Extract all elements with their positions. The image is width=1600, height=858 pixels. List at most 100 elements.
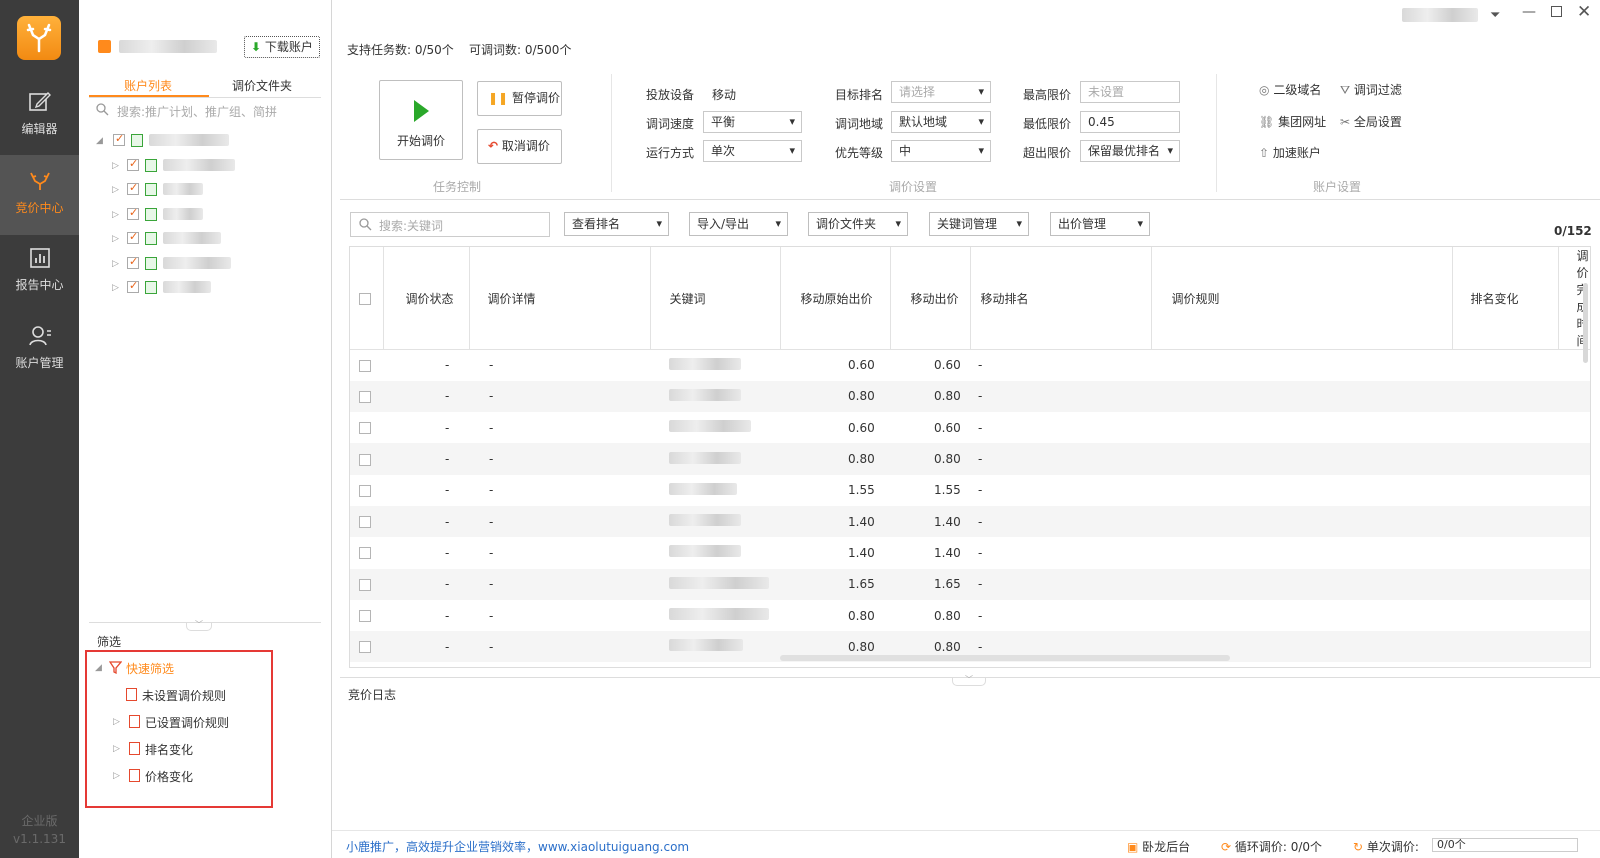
- priority-select[interactable]: 中: [891, 140, 991, 162]
- expand-arrow-icon[interactable]: ▷: [113, 717, 120, 727]
- keyword-management-dropdown[interactable]: 关键词管理: [929, 212, 1029, 236]
- tree-checkbox[interactable]: [127, 181, 139, 195]
- filter-price-change[interactable]: 价格变化: [145, 768, 193, 785]
- word-filter-link[interactable]: ⛛ 调词过滤: [1340, 81, 1402, 98]
- accelerate-account-link[interactable]: ⇧ 加速账户: [1259, 144, 1321, 161]
- maximize-icon[interactable]: [1551, 6, 1562, 17]
- nav-item-account-management[interactable]: 账户管理: [0, 314, 79, 394]
- table-row[interactable]: - -0.80 0.80-: [350, 443, 1590, 475]
- nav-item-report-center[interactable]: 报告中心: [0, 236, 79, 316]
- row-checkbox[interactable]: [359, 453, 371, 466]
- expand-arrow-icon[interactable]: ▷: [112, 185, 119, 195]
- tree-checkbox[interactable]: [127, 206, 139, 220]
- row-checkbox[interactable]: [359, 516, 371, 529]
- tree-node-plan[interactable]: [163, 232, 221, 244]
- backend-link[interactable]: ▣ 卧龙后台: [1127, 838, 1190, 855]
- tree-search-input[interactable]: 搜索:推广计划、推广组、简拼: [117, 103, 277, 120]
- run-mode-select[interactable]: 单次: [703, 140, 802, 162]
- start-bidding-button[interactable]: 开始调价: [379, 80, 463, 160]
- table-row[interactable]: - - 1.55 1.55 -: [350, 475, 1590, 506]
- tab-bid-folder[interactable]: 调价文件夹: [232, 77, 292, 94]
- tree-node-plan[interactable]: [163, 281, 211, 293]
- expand-arrow-icon[interactable]: ▷: [112, 161, 119, 171]
- speed-select[interactable]: 平衡: [703, 111, 802, 133]
- filter-rank-change[interactable]: 排名变化: [145, 741, 193, 758]
- exceed-price-select[interactable]: 保留最优排名: [1080, 140, 1180, 162]
- col-original-bid[interactable]: 移动原始出价: [780, 247, 891, 350]
- table-row[interactable]: - -1.40 1.40-: [350, 505, 1590, 538]
- expand-arrow-icon[interactable]: ▷: [112, 283, 119, 293]
- region-select[interactable]: 默认地域: [891, 111, 991, 133]
- tree-checkbox[interactable]: [113, 132, 125, 146]
- table-row[interactable]: --0.450.45-: [350, 662, 1590, 667]
- cancel-bidding-button[interactable]: ↶ 取消调价: [477, 129, 562, 164]
- table-row[interactable]: - -1.40 1.40-: [350, 537, 1590, 568]
- bid-folder-dropdown[interactable]: 调价文件夹: [808, 212, 908, 236]
- subdomain-link[interactable]: ◎ 二级域名: [1259, 81, 1321, 98]
- keyword-search-input[interactable]: 搜索:关键词: [379, 217, 443, 234]
- bid-management-dropdown[interactable]: 出价管理: [1050, 212, 1150, 236]
- footer-slogan-link[interactable]: 小鹿推广，高效提升企业营销效率，www.xiaolutuiguang.com: [346, 838, 689, 855]
- tree-checkbox[interactable]: [127, 255, 139, 269]
- tab-account-list[interactable]: 账户列表: [124, 77, 172, 94]
- tree-node-plan[interactable]: [163, 183, 203, 195]
- expand-arrow-icon[interactable]: ◢: [95, 663, 102, 673]
- col-bid-rule[interactable]: 调价规则: [1151, 247, 1453, 350]
- row-checkbox[interactable]: [359, 359, 371, 372]
- close-icon[interactable]: ✕: [1577, 2, 1591, 22]
- expand-arrow-icon[interactable]: ▷: [113, 771, 120, 781]
- col-bid-status[interactable]: 调价状态: [383, 247, 470, 350]
- download-account-button[interactable]: ⬇ 下载账户: [244, 36, 320, 58]
- select-all-checkbox[interactable]: [359, 292, 371, 305]
- global-settings-link[interactable]: ✂ 全局设置: [1340, 113, 1402, 130]
- select-all-checkbox-cell[interactable]: [350, 247, 384, 350]
- target-rank-select[interactable]: 请选择: [891, 81, 991, 103]
- nav-item-editor[interactable]: 编辑器: [0, 80, 79, 160]
- collapse-toggle-icon[interactable]: ﹀: [952, 676, 986, 686]
- row-checkbox[interactable]: [359, 547, 371, 560]
- tree-checkbox[interactable]: [127, 157, 139, 171]
- row-checkbox[interactable]: [359, 484, 371, 497]
- min-price-input[interactable]: 0.45: [1080, 111, 1180, 133]
- tree-checkbox[interactable]: [127, 230, 139, 244]
- nav-item-bid-center[interactable]: 竞价中心: [0, 155, 79, 235]
- expand-arrow-icon[interactable]: ▷: [113, 744, 120, 754]
- keyword-search-box[interactable]: 搜索:关键词: [350, 212, 550, 237]
- row-checkbox[interactable]: [359, 641, 371, 654]
- table-row[interactable]: - -0.80 0.80-: [350, 380, 1590, 413]
- expand-arrow-icon[interactable]: ▷: [112, 259, 119, 269]
- expand-arrow-icon[interactable]: ▷: [112, 210, 119, 220]
- table-row[interactable]: - - 0.60 0.60 -: [350, 350, 1590, 381]
- tree-checkbox[interactable]: [127, 279, 139, 293]
- expand-arrow-icon[interactable]: ◢: [96, 136, 103, 146]
- row-checkbox[interactable]: [359, 610, 371, 623]
- tree-node-plan[interactable]: [163, 208, 203, 220]
- pause-bidding-button[interactable]: ❚❚ 暂停调价: [477, 81, 562, 116]
- table-row[interactable]: - -1.65 1.65-: [350, 568, 1590, 600]
- minimize-icon[interactable]: —: [1522, 4, 1536, 20]
- group-url-link[interactable]: ⛓ 集团网址: [1259, 113, 1326, 130]
- table-row[interactable]: - - 0.60 0.60 -: [350, 412, 1590, 443]
- import-export-dropdown[interactable]: 导入/导出: [689, 212, 788, 236]
- tree-node-plan[interactable]: [163, 159, 235, 171]
- collapse-toggle-icon[interactable]: ﹀: [186, 621, 212, 631]
- row-checkbox[interactable]: [359, 390, 371, 403]
- horizontal-scrollbar[interactable]: [780, 655, 1230, 661]
- vertical-scrollbar[interactable]: [1583, 283, 1588, 363]
- filter-set-rule[interactable]: 已设置调价规则: [145, 714, 229, 731]
- col-mobile-rank[interactable]: 移动排名: [970, 247, 1152, 350]
- row-checkbox[interactable]: [359, 578, 371, 591]
- col-keyword[interactable]: 关键词: [650, 247, 781, 350]
- expand-arrow-icon[interactable]: ▷: [112, 234, 119, 244]
- menu-dropdown-icon[interactable]: ⏷: [1490, 8, 1500, 23]
- view-rank-dropdown[interactable]: 查看排名: [564, 212, 669, 236]
- col-mobile-bid[interactable]: 移动出价: [890, 247, 971, 350]
- filter-unset-rule[interactable]: 未设置调价规则: [142, 687, 226, 704]
- col-bid-detail[interactable]: 调价详情: [469, 247, 651, 350]
- max-price-input[interactable]: 未设置: [1080, 81, 1180, 103]
- table-row[interactable]: - -0.80 0.80-: [350, 600, 1590, 631]
- tree-node-account[interactable]: [149, 134, 229, 146]
- tree-node-plan[interactable]: [163, 257, 231, 269]
- col-rank-change[interactable]: 排名变化: [1452, 247, 1559, 350]
- row-checkbox[interactable]: [359, 422, 371, 435]
